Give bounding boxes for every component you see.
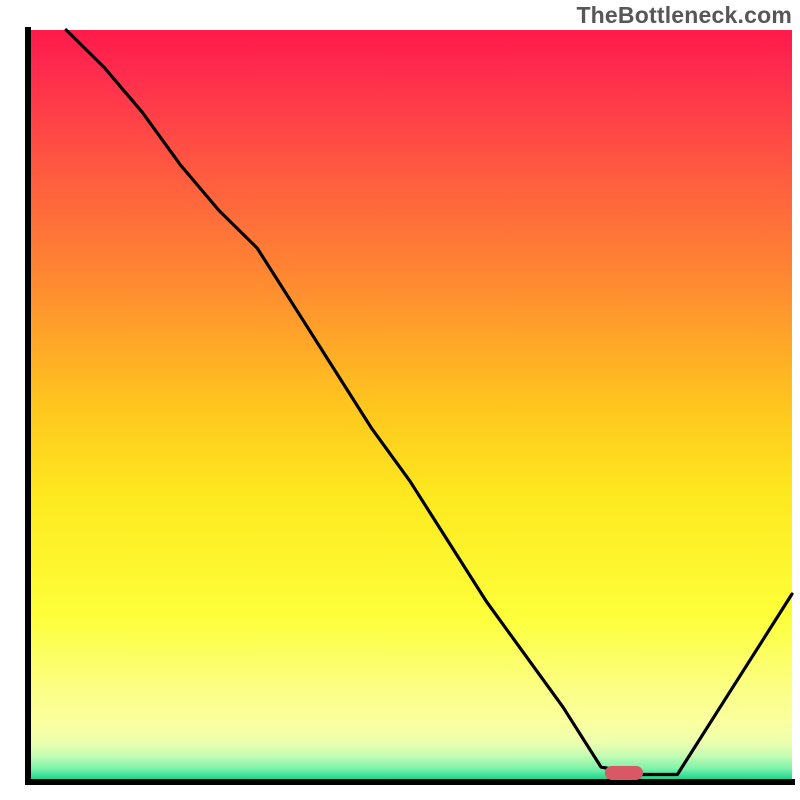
bottleneck-chart bbox=[0, 0, 800, 800]
chart-background-gradient bbox=[28, 30, 792, 782]
optimum-marker bbox=[605, 766, 643, 780]
